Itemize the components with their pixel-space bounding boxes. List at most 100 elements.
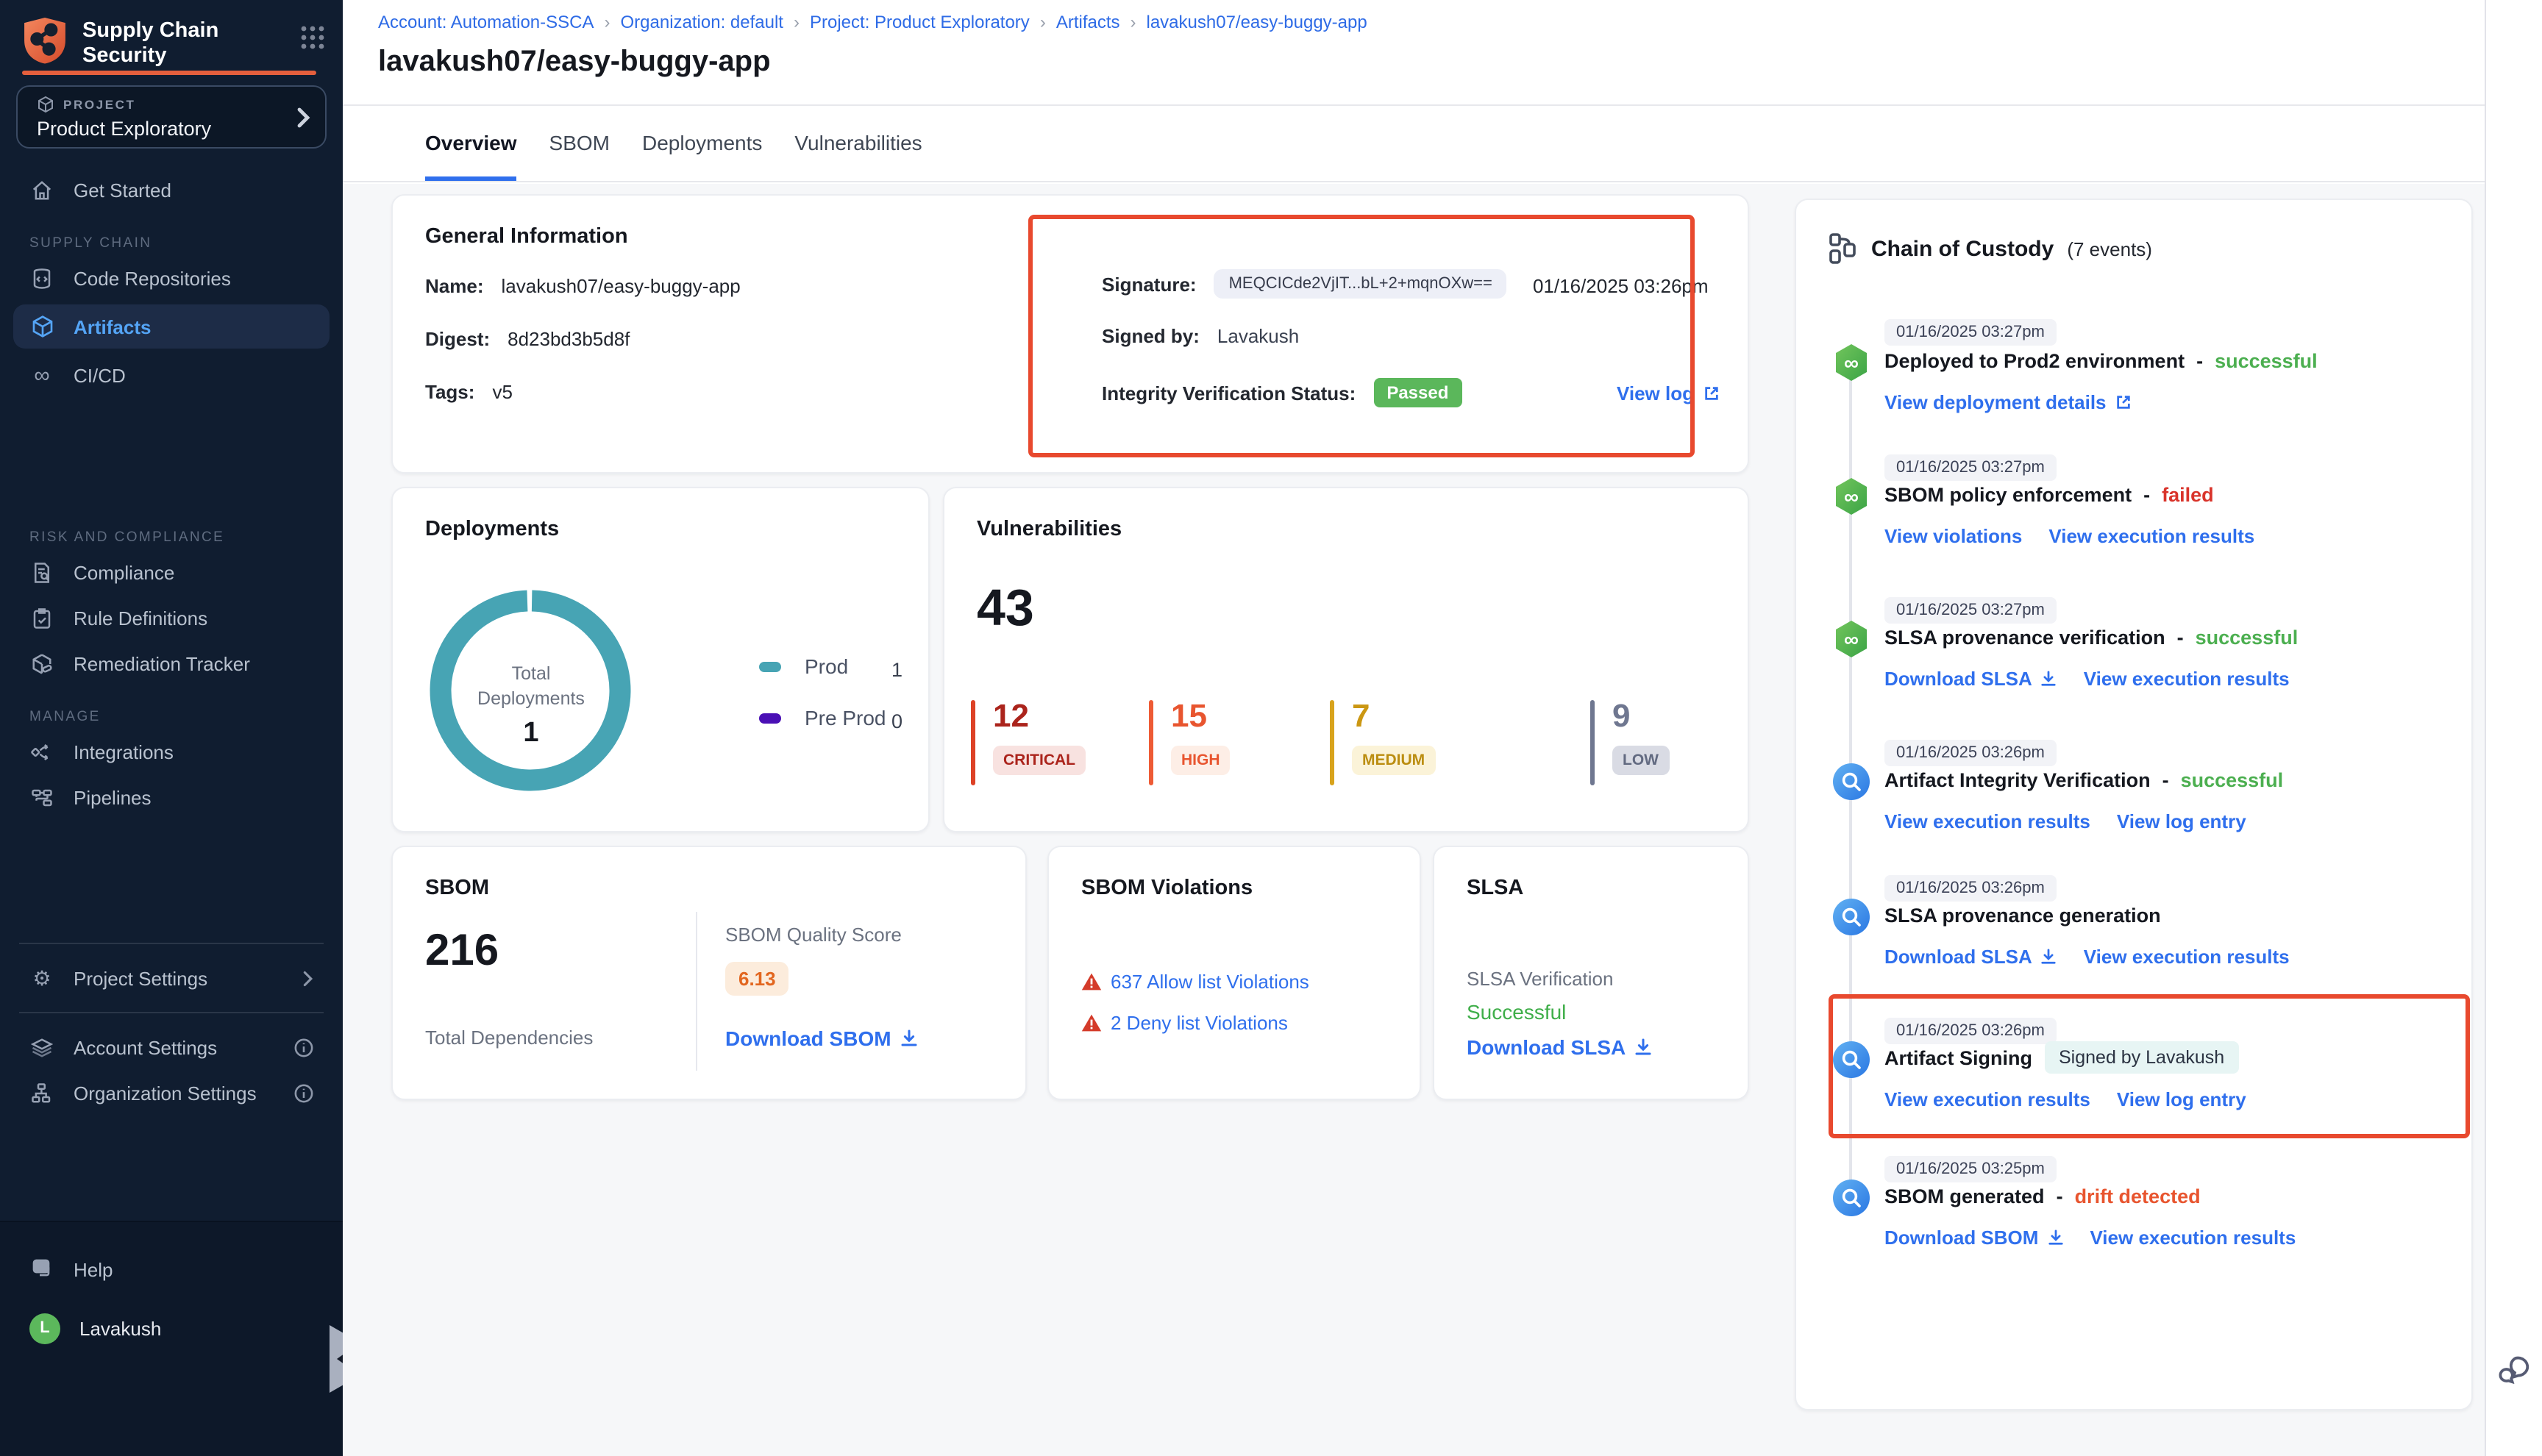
view-log-entry-link[interactable]: View log entry bbox=[2117, 1088, 2246, 1110]
tab-overview[interactable]: Overview bbox=[425, 106, 517, 181]
sidebar-item-cicd[interactable]: ∞ CI/CD bbox=[13, 356, 330, 394]
tab-sbom[interactable]: SBOM bbox=[549, 106, 610, 181]
low-count: 9 bbox=[1612, 700, 1669, 732]
event-timestamp: 01/16/2025 03:27pm bbox=[1884, 597, 2057, 624]
info-icon[interactable] bbox=[294, 1083, 313, 1102]
sidebar-item-code-repositories[interactable]: Code Repositories bbox=[13, 259, 330, 297]
sidebar-item-artifacts[interactable]: Artifacts bbox=[13, 304, 330, 349]
tab-deployments[interactable]: Deployments bbox=[642, 106, 762, 181]
low-badge: LOW bbox=[1612, 746, 1669, 775]
breadcrumb-artifacts[interactable]: Artifacts bbox=[1056, 12, 1120, 32]
high-bar bbox=[1149, 700, 1153, 785]
slsa-status: Successful bbox=[1467, 1000, 1566, 1024]
download-sbom-link[interactable]: Download SBOM bbox=[1884, 1227, 2063, 1249]
scan-event-icon bbox=[1831, 1040, 1871, 1079]
repository-icon bbox=[29, 267, 54, 289]
event-status: failed bbox=[2162, 484, 2214, 506]
sidebar-item-organization-settings[interactable]: Organization Settings bbox=[13, 1074, 330, 1112]
prod-legend-value: 1 bbox=[891, 659, 902, 681]
breadcrumb-project[interactable]: Project: Product Exploratory bbox=[810, 12, 1030, 32]
preprod-legend-value: 0 bbox=[891, 710, 902, 732]
sidebar-item-get-started[interactable]: Get Started bbox=[13, 171, 330, 209]
sidebar-item-project-settings[interactable]: ⚙ Project Settings bbox=[13, 959, 330, 997]
sidebar-item-rule-definitions[interactable]: Rule Definitions bbox=[13, 599, 330, 637]
tags-label: Tags: bbox=[425, 381, 474, 403]
event-status: successful bbox=[2196, 627, 2299, 649]
allow-list-violations-link[interactable]: 637 Allow list Violations bbox=[1081, 971, 1309, 993]
medium-badge: MEDIUM bbox=[1352, 746, 1435, 775]
view-execution-results-link[interactable]: View execution results bbox=[2048, 525, 2254, 547]
sidebar-item-account-settings[interactable]: Account Settings bbox=[13, 1028, 330, 1066]
app-window: Supply Chain Security PROJECT Product Ex… bbox=[0, 0, 2542, 1456]
warning-icon bbox=[1081, 1013, 1102, 1032]
high-count: 15 bbox=[1171, 700, 1231, 732]
event-status: successful bbox=[2181, 769, 2284, 791]
app-grid-icon[interactable] bbox=[300, 25, 325, 50]
general-information-card: General Information Name: lavakush07/eas… bbox=[391, 194, 1749, 474]
download-icon bbox=[1634, 1038, 1652, 1056]
sidebar-item-pipelines[interactable]: Pipelines bbox=[13, 778, 330, 816]
low-bar bbox=[1590, 700, 1595, 785]
breadcrumb-separator: › bbox=[1040, 12, 1046, 32]
deny-list-violations-link[interactable]: 2 Deny list Violations bbox=[1081, 1012, 1288, 1034]
tab-bar: Overview SBOM Deployments Vulnerabilitie… bbox=[343, 106, 2485, 182]
sidebar-item-help[interactable]: ? Help bbox=[13, 1250, 330, 1288]
slsa-verification-label: SLSA Verification bbox=[1467, 968, 1613, 990]
project-name: Product Exploratory bbox=[37, 118, 310, 140]
sidebar-item-compliance[interactable]: Compliance bbox=[13, 553, 330, 591]
view-log-entry-link[interactable]: View log entry bbox=[2117, 810, 2246, 832]
name-value: lavakush07/easy-buggy-app bbox=[502, 275, 741, 297]
scan-event-icon bbox=[1831, 1178, 1871, 1218]
card-title: Vulnerabilities bbox=[977, 518, 1122, 541]
deployments-card: Deployments Total Deployments 1 Prod 1 bbox=[391, 487, 930, 832]
download-slsa-link[interactable]: Download SLSA bbox=[1884, 668, 2057, 690]
donut-total-value: 1 bbox=[459, 715, 603, 752]
scan-event-icon bbox=[1831, 762, 1871, 802]
view-execution-results-link[interactable]: View execution results bbox=[2084, 668, 2290, 690]
view-execution-results-link[interactable]: View execution results bbox=[1884, 1088, 2090, 1110]
sidebar-accent-divider bbox=[22, 71, 316, 75]
chevron-right-icon bbox=[297, 107, 310, 128]
sidebar-item-remediation-tracker[interactable]: Remediation Tracker bbox=[13, 644, 330, 682]
download-slsa-link[interactable]: Download SLSA bbox=[1467, 1035, 1652, 1059]
layers-gear-icon bbox=[29, 1036, 54, 1058]
svg-text:∞: ∞ bbox=[1844, 351, 1859, 374]
donut-label-line2: Deployments bbox=[459, 687, 603, 712]
chain-of-custody-card: Chain of Custody (7 events) 01/16/2025 0… bbox=[1795, 199, 2473, 1410]
page-header: Account: Automation-SSCA › Organization:… bbox=[343, 0, 2485, 106]
breadcrumb-current[interactable]: lavakush07/easy-buggy-app bbox=[1147, 12, 1367, 32]
view-execution-results-link[interactable]: View execution results bbox=[1884, 810, 2090, 832]
chevron-right-icon bbox=[303, 970, 313, 986]
vulnerabilities-card: Vulnerabilities 43 12 CRITICAL 15 HIGH bbox=[943, 487, 1749, 832]
support-chat-icon[interactable] bbox=[2496, 1353, 2533, 1390]
clipboard-check-icon bbox=[29, 607, 54, 629]
sbom-card: SBOM 216 Total Dependencies SBOM Quality… bbox=[391, 846, 1027, 1100]
signed-by-value: Lavakush bbox=[1217, 325, 1299, 347]
view-execution-results-link[interactable]: View execution results bbox=[2090, 1227, 2296, 1249]
view-execution-results-link[interactable]: View execution results bbox=[2084, 946, 2290, 968]
download-sbom-link[interactable]: Download SBOM bbox=[725, 1027, 918, 1050]
download-slsa-link[interactable]: Download SLSA bbox=[1884, 946, 2057, 968]
pipeline-event-icon: ∞ bbox=[1831, 619, 1871, 659]
user-menu[interactable]: L Lavakush bbox=[13, 1309, 330, 1347]
artifact-cube-icon bbox=[29, 315, 54, 338]
view-deployment-details-link[interactable]: View deployment details bbox=[1884, 391, 2132, 413]
warning-icon bbox=[1081, 972, 1102, 991]
view-log-link[interactable]: View log bbox=[1617, 382, 1719, 404]
digest-label: Digest: bbox=[425, 328, 490, 350]
project-selector[interactable]: PROJECT Product Exploratory bbox=[16, 85, 327, 149]
breadcrumb-separator: › bbox=[1131, 12, 1136, 32]
tab-vulnerabilities[interactable]: Vulnerabilities bbox=[794, 106, 922, 181]
sidebar-item-integrations[interactable]: Integrations bbox=[13, 732, 330, 771]
sidebar-nav: Get Started SUPPLY CHAIN Code Repositori… bbox=[0, 153, 343, 1119]
download-icon bbox=[2047, 1230, 2063, 1246]
breadcrumb-organization[interactable]: Organization: default bbox=[621, 12, 784, 32]
sidebar-section-manage: MANAGE bbox=[29, 709, 313, 725]
high-badge: HIGH bbox=[1171, 746, 1231, 775]
signature-label: Signature: bbox=[1102, 273, 1197, 295]
breadcrumb-account[interactable]: Account: Automation-SSCA bbox=[378, 12, 594, 32]
view-violations-link[interactable]: View violations bbox=[1884, 525, 2022, 547]
content: General Information Name: lavakush07/eas… bbox=[343, 184, 2485, 1456]
info-icon[interactable] bbox=[294, 1038, 313, 1057]
event-timestamp: 01/16/2025 03:27pm bbox=[1884, 319, 2057, 346]
